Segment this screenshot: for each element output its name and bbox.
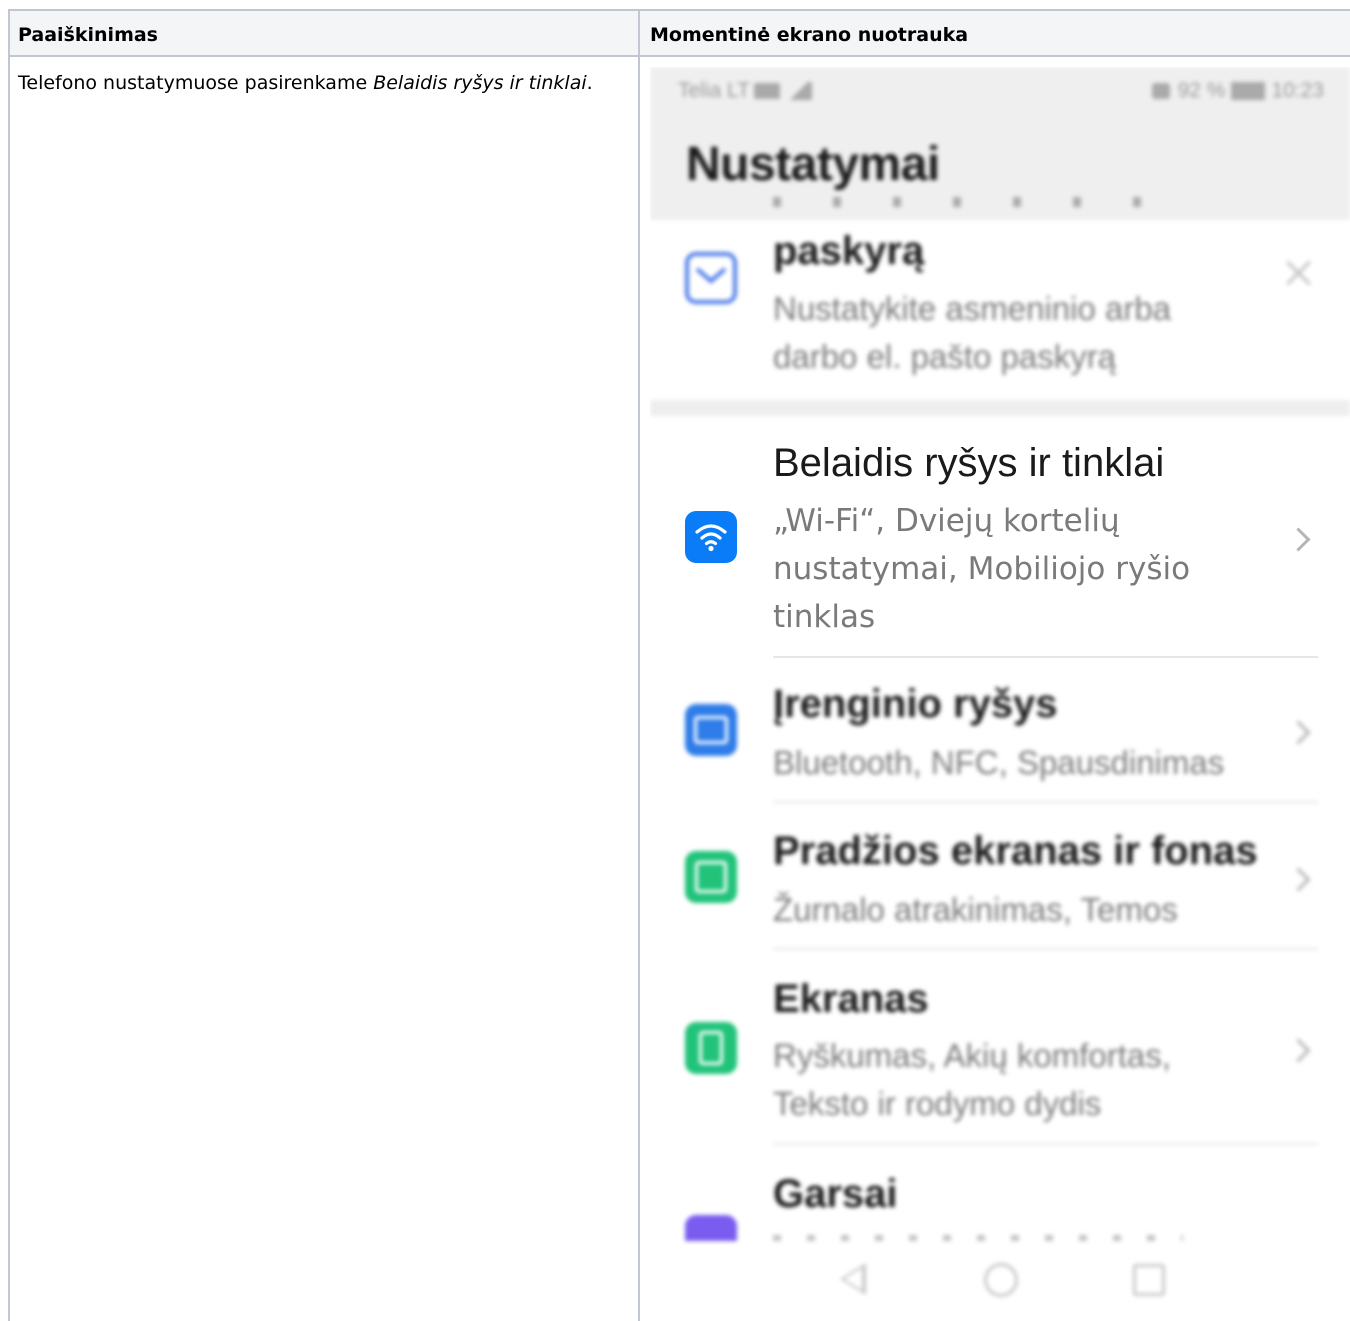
- explanation-text: Telefono nustatymuose pasirenkame Belaid…: [18, 72, 593, 94]
- column-header-explanation: Paaiškinimas: [18, 24, 158, 46]
- chevron-right-icon: [1286, 527, 1311, 552]
- divider: [773, 656, 1318, 658]
- highlighted-item-layer: Belaidis ryšys ir tinklai „Wi-Fi“, Dviej…: [650, 67, 1350, 1321]
- list-item-subtitle: „Wi-Fi“, Dviejų kortelių nustatymai, Mob…: [773, 503, 1191, 635]
- wifi-icon: [685, 511, 737, 563]
- settings-item-wireless[interactable]: Belaidis ryšys ir tinklai „Wi-Fi“, Dviej…: [650, 417, 1350, 659]
- column-header-screenshot: Momentinė ekrano nuotrauka: [650, 24, 969, 46]
- phone-screenshot: Telia LT 92 % 10:23 Nustatymai paskyrą Nu…: [650, 67, 1350, 1321]
- list-item-title: Belaidis ryšys ir tinklai: [773, 441, 1165, 485]
- emphasis-menu-name: Belaidis ryšys ir tinklai: [373, 72, 587, 94]
